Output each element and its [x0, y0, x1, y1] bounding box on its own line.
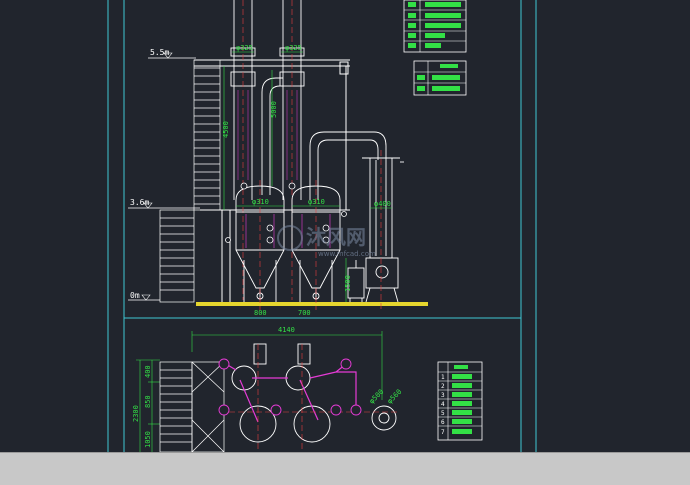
- watermark-url: www.mfcad.com: [318, 250, 376, 258]
- plan-vessels: [231, 343, 397, 443]
- plan-stair: [159, 361, 193, 453]
- elevation-label-top: 5.5m: [150, 48, 169, 57]
- plan-frame: [191, 361, 225, 453]
- dim-base-b: 700: [298, 309, 311, 317]
- dim-base-a: 800: [254, 309, 267, 317]
- dim-plan-850: 850: [144, 395, 152, 408]
- parts-row-3: 3: [441, 392, 445, 399]
- dim-dia-325-b: φ325: [285, 44, 302, 52]
- stair-structure-lower: [159, 209, 195, 303]
- status-bar: [0, 452, 690, 485]
- parts-row-2: 2: [441, 383, 445, 390]
- elevation-label-ground: 0m: [130, 291, 140, 300]
- parts-row-4: 4: [441, 401, 445, 408]
- parts-list-table: 1 2 3 4 5 6 7: [437, 361, 483, 441]
- dim-dia-325-a: φ325: [236, 44, 253, 52]
- title-block-secondary: [413, 60, 467, 96]
- condenser-column: [362, 150, 404, 310]
- dim-plan-2300: 2300: [132, 405, 140, 422]
- elevation-marker-mid: 3.6m: [128, 198, 200, 209]
- elevation-label-mid: 3.6m: [130, 198, 149, 207]
- dimension-lines-elevation: [223, 51, 392, 302]
- dim-height-4500: 4500: [222, 121, 230, 138]
- dim-plan-phi500: φ500: [368, 388, 386, 406]
- dim-dia-310-b: φ310: [308, 198, 325, 206]
- cad-drawing-canvas[interactable]: 5.5m 3.6m 0m φ325 φ325 5000 4500 φ310 φ3…: [0, 0, 690, 484]
- dim-dia-400: φ400: [374, 200, 391, 208]
- title-block-top: [403, 0, 467, 53]
- parts-row-6: 6: [441, 419, 445, 426]
- parts-row-5: 5: [441, 410, 445, 417]
- dim-plan-phi560: φ560: [386, 388, 404, 406]
- parts-row-7: 7: [441, 429, 445, 436]
- transfer-pipe-2: [309, 131, 387, 200]
- elevation-marker-ground: 0m: [128, 291, 160, 301]
- stair-structure-upper: [193, 59, 221, 211]
- ground-line: [196, 302, 428, 306]
- dim-1500: 1500: [344, 275, 352, 292]
- dim-height-5000: 5000: [270, 101, 278, 118]
- dim-dia-310-a: φ310: [252, 198, 269, 206]
- parts-row-1: 1: [441, 374, 445, 381]
- dim-plan-width: 4140: [278, 326, 295, 334]
- plan-vertical-dimensions: 400 850 2300 1050: [132, 359, 160, 452]
- transfer-pipe-1: [261, 77, 283, 195]
- dim-plan-400: 400: [144, 365, 152, 378]
- watermark-brand: 沐风网: [306, 225, 366, 249]
- elevation-marker-top: 5.5m: [148, 48, 196, 59]
- watermark: 沐风网 www.mfcad.com: [277, 225, 376, 258]
- dim-plan-1050: 1050: [144, 431, 152, 448]
